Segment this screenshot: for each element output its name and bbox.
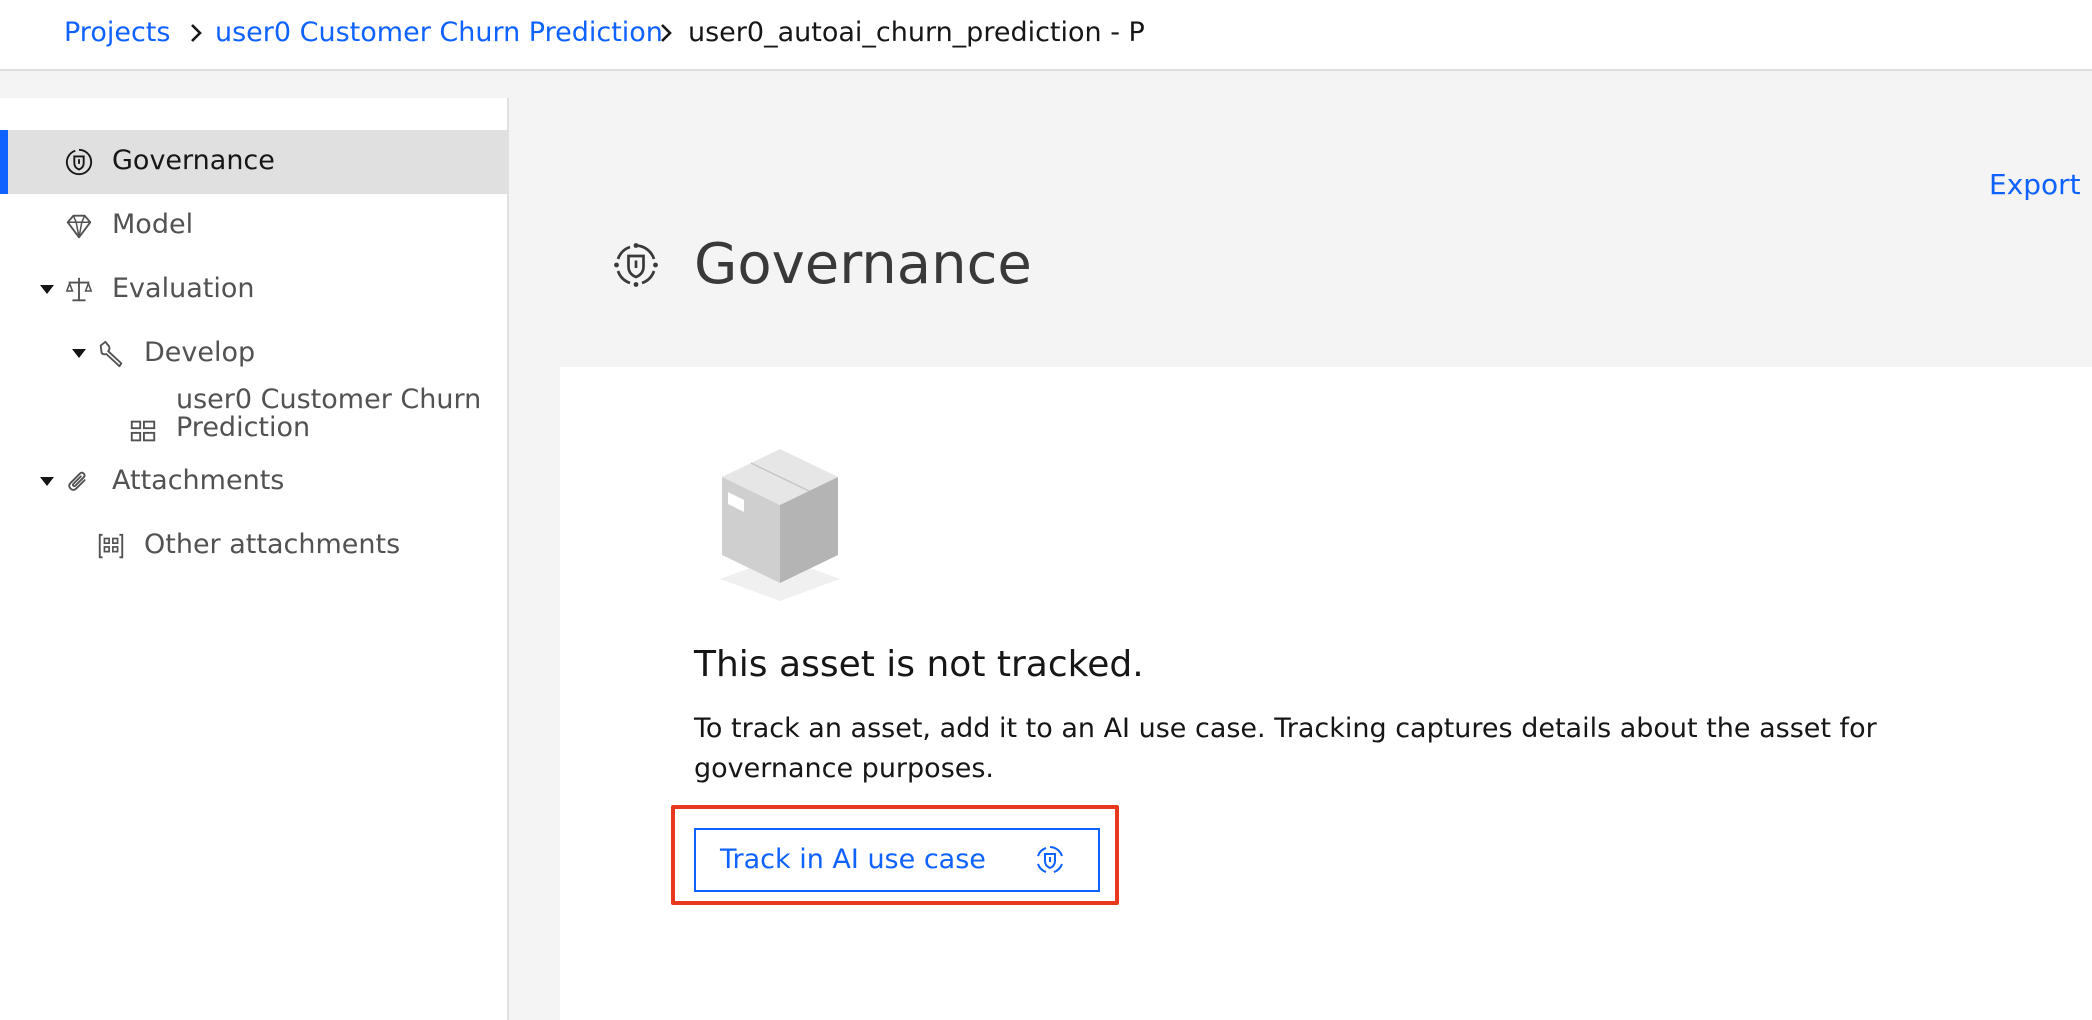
breadcrumb-current: user0_autoai_churn_prediction - P xyxy=(688,17,1145,48)
scale-icon xyxy=(65,277,93,302)
package-illustration xyxy=(720,449,840,601)
sidebar-item-label: Governance xyxy=(112,145,275,176)
chevron-right-icon xyxy=(661,24,672,42)
breadcrumb-projects-link[interactable]: Projects xyxy=(64,16,170,50)
sidebar-item-label-line2: Prediction xyxy=(176,412,311,443)
left-panel-area: Governance Model Evaluation Develop user… xyxy=(0,71,512,1020)
sidebar-item-label: Attachments xyxy=(112,465,285,496)
sidebar: Governance Model Evaluation Develop user… xyxy=(0,98,509,1020)
empty-state-card: This asset is not tracked. To track an a… xyxy=(560,367,2092,1020)
selection-indicator xyxy=(0,130,8,194)
governance-icon xyxy=(1037,846,1063,873)
sidebar-item-label: Develop xyxy=(144,337,256,368)
button-label: Track in AI use case xyxy=(720,844,986,875)
sidebar-item-label: Model xyxy=(112,209,194,240)
caret-down-icon[interactable] xyxy=(38,473,56,491)
track-in-ai-use-case-button[interactable]: Track in AI use case xyxy=(694,828,1100,892)
breadcrumb-project-link[interactable]: user0 Customer Churn Prediction xyxy=(215,16,663,50)
governance-icon xyxy=(614,243,658,287)
chevron-right-icon xyxy=(191,24,202,42)
sidebar-item-evaluation[interactable]: Evaluation xyxy=(0,258,509,322)
attachment-grid-icon xyxy=(98,533,124,559)
sidebar-item-label: Other attachments xyxy=(144,529,401,560)
export-report-link[interactable]: Export r xyxy=(1989,167,2092,203)
page-title: Governance xyxy=(694,232,1032,297)
sidebar-item-other-attachments[interactable]: Other attachments xyxy=(0,514,509,578)
governance-icon xyxy=(65,148,93,176)
empty-state-description: To track an asset, add it to an AI use c… xyxy=(694,713,1877,784)
sidebar-item-label: Evaluation xyxy=(112,273,255,304)
sidebar-item-label-line1: user0 Customer Churn xyxy=(176,384,482,415)
main-content: Export r Governance This asset is not tr… xyxy=(512,71,2092,1020)
sidebar-item-governance[interactable]: Governance xyxy=(0,130,509,194)
sidebar-item-model[interactable]: Model xyxy=(0,194,509,258)
wrench-icon xyxy=(99,340,123,368)
catalog-icon xyxy=(130,420,156,442)
caret-down-icon[interactable] xyxy=(70,345,88,363)
sidebar-item-develop[interactable]: Develop xyxy=(0,322,509,386)
caret-down-icon[interactable] xyxy=(38,281,56,299)
diamond-icon xyxy=(66,214,92,239)
paperclip-icon xyxy=(68,471,86,491)
sidebar-item-attachments[interactable]: Attachments xyxy=(0,450,509,514)
empty-state-heading: This asset is not tracked. xyxy=(694,644,1144,685)
breadcrumb: Projects user0 Customer Churn Prediction… xyxy=(0,0,2092,71)
